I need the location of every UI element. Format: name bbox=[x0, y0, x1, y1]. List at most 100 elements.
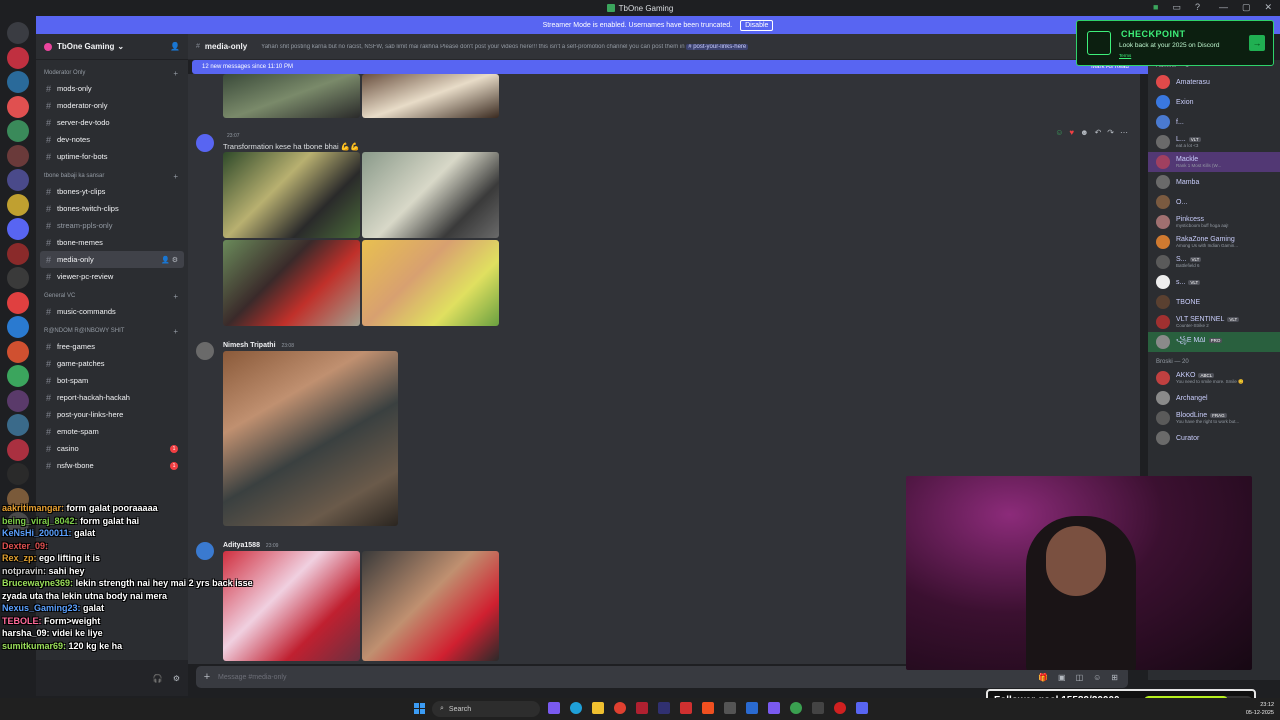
reply-icon[interactable]: ↶ bbox=[1095, 128, 1102, 137]
file-explorer-icon[interactable] bbox=[592, 702, 604, 714]
server-icon[interactable] bbox=[7, 193, 29, 216]
image-attachment[interactable] bbox=[362, 74, 499, 118]
channel-item-post-your-links-here[interactable]: # post-your-links-here bbox=[40, 406, 184, 423]
channel-item-viewer-pc-review[interactable]: # viewer-pc-review bbox=[40, 268, 184, 285]
member-item[interactable]: VLT SENTINEL VLT Counter-Strike 2 bbox=[1148, 312, 1280, 332]
server-icon[interactable] bbox=[7, 438, 29, 461]
taskbar-app-icon[interactable] bbox=[680, 702, 692, 714]
image-attachment[interactable] bbox=[362, 551, 499, 661]
taskbar-app-icon[interactable] bbox=[724, 702, 736, 714]
create-channel-icon[interactable]: + bbox=[173, 327, 178, 336]
taskbar-app-icon[interactable] bbox=[746, 702, 758, 714]
checkpoint-banner[interactable]: CHECKPOINT Look back at your 2025 on Dis… bbox=[1076, 20, 1274, 66]
image-attachment[interactable] bbox=[223, 152, 360, 238]
gif-icon[interactable]: ▣ bbox=[1058, 673, 1066, 682]
channel-item-tbones-twitch-clips[interactable]: # tbones-twitch-clips bbox=[40, 200, 184, 217]
member-item[interactable]: ꧁E M∆I PRO bbox=[1148, 332, 1280, 352]
channel-category[interactable]: tbone babaji ka sansar + bbox=[36, 169, 188, 183]
server-icon[interactable] bbox=[7, 365, 29, 387]
channel-item-tbones-yt-clips[interactable]: # tbones-yt-clips bbox=[40, 183, 184, 200]
message-input[interactable]: Message #media-only bbox=[218, 674, 286, 681]
channel-item-dev-notes[interactable]: # dev-notes bbox=[40, 131, 184, 148]
channel-item-game-patches[interactable]: # game-patches bbox=[40, 355, 184, 372]
channel-item-casino[interactable]: # casino 1 bbox=[40, 440, 184, 457]
gift-icon[interactable]: 🎁 bbox=[1038, 673, 1048, 682]
checkpoint-terms-link[interactable]: Terms bbox=[1119, 53, 1131, 58]
taskbar-clock[interactable]: 23:12 05-12-2025 bbox=[1246, 701, 1274, 717]
server-icon[interactable] bbox=[7, 242, 29, 265]
obs-icon[interactable] bbox=[834, 702, 846, 714]
windows-start-icon[interactable] bbox=[414, 703, 425, 714]
channel-item-nsfw-tbone[interactable]: # nsfw-tbone 1 bbox=[40, 457, 184, 474]
channel-settings-icon[interactable]: 👤 ⚙ bbox=[161, 256, 178, 264]
server-icon[interactable] bbox=[7, 414, 29, 436]
server-icon[interactable] bbox=[7, 169, 29, 191]
server-icon[interactable] bbox=[7, 71, 29, 93]
member-item[interactable]: Mackle Rank 1 Most Kills (W... bbox=[1148, 152, 1280, 172]
member-item[interactable]: f... bbox=[1148, 112, 1280, 132]
add-reaction-icon[interactable]: ☻ bbox=[1080, 128, 1088, 137]
member-item[interactable]: S... VLT Battlefield 6 bbox=[1148, 252, 1280, 272]
brave-icon[interactable] bbox=[702, 702, 714, 714]
member-item[interactable]: Amaterasu bbox=[1148, 72, 1280, 92]
server-icon[interactable] bbox=[7, 218, 29, 240]
edge-icon[interactable] bbox=[570, 702, 582, 714]
server-icon[interactable] bbox=[7, 389, 29, 412]
close-icon[interactable]: ✕ bbox=[1264, 2, 1272, 13]
server-icon[interactable] bbox=[7, 120, 29, 142]
more-icon[interactable]: ⋯ bbox=[1120, 128, 1128, 137]
apps-icon[interactable]: ⊞ bbox=[1111, 673, 1118, 682]
heart-icon[interactable]: ♥ bbox=[1069, 128, 1074, 137]
member-item[interactable]: Pinkcess mysticboom buff hoga aaj! bbox=[1148, 212, 1280, 232]
server-icon[interactable] bbox=[7, 95, 29, 118]
member-item[interactable]: Mamba bbox=[1148, 172, 1280, 192]
server-icon[interactable] bbox=[7, 316, 29, 338]
headphones-icon[interactable]: 🎧 bbox=[153, 674, 163, 683]
emoji-icon[interactable]: ☺ bbox=[1093, 673, 1101, 682]
add-attachment-icon[interactable]: + bbox=[196, 671, 218, 683]
channel-item-tbone-memes[interactable]: # tbone-memes bbox=[40, 234, 184, 251]
create-channel-icon[interactable]: + bbox=[173, 172, 178, 181]
create-channel-icon[interactable]: + bbox=[173, 69, 178, 78]
disable-streamer-mode-button[interactable]: Disable bbox=[740, 19, 774, 31]
member-item[interactable]: L... VLT eat a lot <3 bbox=[1148, 132, 1280, 152]
channel-item-report-hackah-hackah[interactable]: # report-hackah-hackah bbox=[40, 389, 184, 406]
member-item[interactable]: AKKO ABCL You need to smile more. Smile 😊 bbox=[1148, 368, 1280, 388]
member-item[interactable]: Curator bbox=[1148, 428, 1280, 448]
channel-item-server-dev-todo[interactable]: # server-dev-todo bbox=[40, 114, 184, 131]
sticker-icon[interactable]: ◫ bbox=[1076, 673, 1084, 682]
image-attachment[interactable] bbox=[362, 152, 499, 238]
discord-icon[interactable] bbox=[856, 702, 868, 714]
channel-category[interactable]: General VC + bbox=[36, 289, 188, 303]
channel-item-media-only[interactable]: # media-only 👤 ⚙ bbox=[40, 251, 184, 268]
avatar[interactable] bbox=[196, 134, 214, 152]
member-item[interactable]: Exion bbox=[1148, 92, 1280, 112]
inbox-icon[interactable]: ▭ bbox=[1172, 2, 1181, 13]
settings-gear-icon[interactable]: ⚙ bbox=[173, 674, 180, 683]
server-icon[interactable] bbox=[7, 22, 29, 44]
reaction-icon[interactable]: ☺ bbox=[1055, 128, 1063, 137]
member-item[interactable]: RakaZone Gaming Among Us with Indian Gami… bbox=[1148, 232, 1280, 252]
channel-category[interactable]: Moderator Only + bbox=[36, 66, 188, 80]
taskbar-app-icon[interactable] bbox=[636, 702, 648, 714]
new-messages-bar[interactable]: 12 new messages since 11:10 PM bbox=[192, 60, 1072, 74]
arrow-right-icon[interactable]: → bbox=[1249, 35, 1265, 51]
image-attachment[interactable] bbox=[362, 240, 499, 326]
channel-item-free-games[interactable]: # free-games bbox=[40, 338, 184, 355]
member-item[interactable]: O... bbox=[1148, 192, 1280, 212]
server-icon[interactable] bbox=[7, 46, 29, 69]
channel-item-emote-spam[interactable]: # emote-spam bbox=[40, 423, 184, 440]
create-channel-icon[interactable]: + bbox=[173, 292, 178, 301]
member-item[interactable]: s... VLT bbox=[1148, 272, 1280, 292]
channel-item-mods-only[interactable]: # mods-only bbox=[40, 80, 184, 97]
forward-icon[interactable]: ↷ bbox=[1107, 128, 1114, 137]
server-icon[interactable] bbox=[7, 144, 29, 167]
topic-channel-link[interactable]: # post-your-links-here bbox=[686, 43, 749, 50]
channel-item-uptime-for-bots[interactable]: # uptime-for-bots bbox=[40, 148, 184, 165]
taskbar-app-icon[interactable] bbox=[658, 702, 670, 714]
taskbar-search[interactable]: ⌕ Search bbox=[432, 701, 540, 717]
server-icon[interactable] bbox=[7, 291, 29, 314]
nitro-icon[interactable]: ■ bbox=[1153, 2, 1158, 13]
server-icon[interactable] bbox=[7, 267, 29, 289]
minimize-icon[interactable]: — bbox=[1219, 2, 1228, 13]
